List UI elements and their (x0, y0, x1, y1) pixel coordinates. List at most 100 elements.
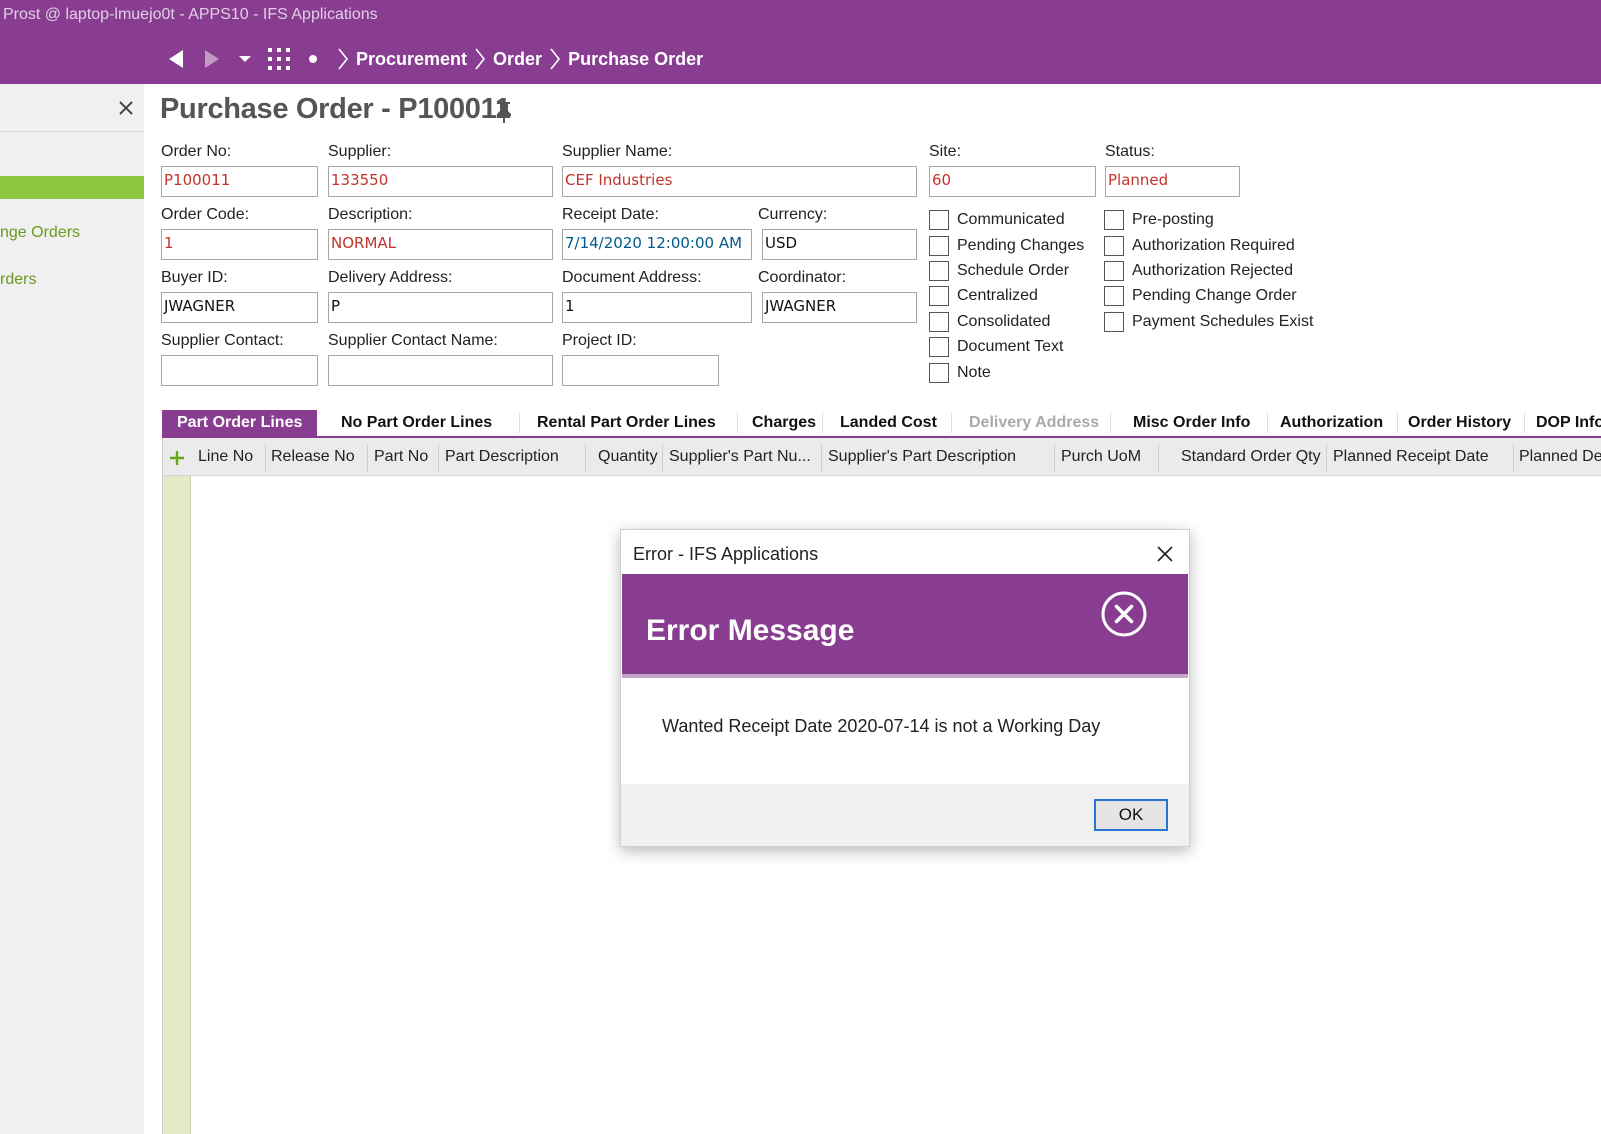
note-checkbox[interactable]: Note (929, 362, 991, 384)
forward-button[interactable] (194, 44, 228, 74)
checkbox-box[interactable] (929, 261, 949, 281)
centralized-checkbox[interactable]: Centralized (929, 285, 1038, 307)
delivery-address-label: Delivery Address: (328, 269, 453, 286)
supplier-contact-field[interactable] (161, 355, 318, 386)
checkbox-box[interactable] (929, 286, 949, 306)
column-divider (585, 444, 586, 472)
pending-change-order-checkbox[interactable]: Pending Change Order (1104, 285, 1297, 307)
tab-order-history[interactable]: Order History (1408, 410, 1511, 436)
checkbox-box[interactable] (929, 363, 949, 383)
column-header-standard-order-qty[interactable]: Standard Order Qty (1181, 438, 1321, 476)
coordinator-field[interactable]: JWAGNER (762, 292, 917, 323)
column-header-line-no[interactable]: Line No (198, 438, 253, 476)
dialog-footer: OK (621, 784, 1189, 846)
error-dialog: Error - IFS Applications Error Message W… (620, 529, 1190, 847)
history-dropdown-button[interactable] (228, 44, 262, 74)
column-header-planned-receipt-date[interactable]: Planned Receipt Date (1333, 438, 1489, 476)
dialog-close-button[interactable] (1151, 540, 1179, 568)
crumb-separator (330, 44, 356, 74)
checkbox-label: Communicated (957, 211, 1065, 228)
checkbox-box[interactable] (929, 312, 949, 332)
breadcrumb-purchase-order[interactable]: Purchase Order (568, 49, 703, 70)
checkbox-box[interactable] (929, 210, 949, 230)
sidebar-close-button[interactable] (114, 96, 138, 120)
supplier-contact-name-field[interactable] (328, 355, 553, 386)
status-label: Status: (1105, 143, 1155, 160)
chevron-right-icon (550, 48, 561, 70)
checkbox-box[interactable] (1104, 236, 1124, 256)
column-header-part-no[interactable]: Part No (374, 438, 428, 476)
dropdown-caret-icon (239, 56, 251, 62)
currency-field[interactable]: USD (762, 229, 917, 260)
authorization-rejected-checkbox[interactable]: Authorization Rejected (1104, 260, 1293, 282)
back-button[interactable] (160, 44, 194, 74)
breadcrumb-order[interactable]: Order (493, 49, 542, 70)
column-header-purch-uom[interactable]: Purch UoM (1061, 438, 1141, 476)
document-address-field[interactable]: 1 (562, 292, 752, 323)
tab-authorization[interactable]: Authorization (1280, 410, 1383, 436)
supplier-name-field[interactable]: CEF Industries (562, 166, 917, 197)
buyer-id-field[interactable]: JWAGNER (161, 292, 318, 323)
row-selector-gutter[interactable] (163, 476, 191, 1134)
tab-part-order-lines[interactable]: Part Order Lines (162, 410, 318, 436)
delivery-address-field[interactable]: P (328, 292, 553, 323)
status-field[interactable]: Planned (1105, 166, 1240, 197)
checkbox-box[interactable] (1104, 312, 1124, 332)
tab-rental-part-order-lines[interactable]: Rental Part Order Lines (537, 410, 716, 436)
sidebar-link-change-orders[interactable]: nge Orders (0, 224, 80, 242)
authorization-required-checkbox[interactable]: Authorization Required (1104, 235, 1295, 257)
column-header-planned-delivery-date[interactable]: Planned Delivery Date (1519, 438, 1601, 476)
site-field[interactable]: 60 (929, 166, 1096, 197)
pre-posting-checkbox[interactable]: Pre-posting (1104, 209, 1214, 231)
breadcrumb-procurement[interactable]: Procurement (356, 49, 467, 70)
tab-charges[interactable]: Charges (752, 410, 816, 436)
column-header-suppliers-part-description[interactable]: Supplier's Part Description (828, 438, 1016, 476)
forward-arrow-icon (205, 50, 219, 68)
tab-misc-order-info[interactable]: Misc Order Info (1133, 410, 1250, 436)
app-window: Prost @ laptop-lmuejo0t - APPS10 - IFS A… (0, 0, 1601, 1134)
pin-button[interactable] (494, 100, 514, 124)
pending-changes-checkbox[interactable]: Pending Changes (929, 235, 1084, 257)
app-menu-button[interactable] (262, 44, 296, 74)
tab-dop-info[interactable]: DOP Info (1536, 410, 1601, 436)
project-id-label: Project ID: (562, 332, 637, 349)
checkbox-label: Authorization Rejected (1132, 262, 1293, 279)
schedule-order-checkbox[interactable]: Schedule Order (929, 260, 1069, 282)
document-text-checkbox[interactable]: Document Text (929, 336, 1063, 358)
communicated-checkbox[interactable]: Communicated (929, 209, 1065, 231)
checkbox-box[interactable] (1104, 261, 1124, 281)
checkbox-label: Authorization Required (1132, 237, 1295, 254)
column-divider (367, 444, 368, 472)
tab-divider (737, 413, 738, 433)
column-header-quantity[interactable]: Quantity (598, 438, 658, 476)
consolidated-checkbox[interactable]: Consolidated (929, 311, 1050, 333)
supplier-field[interactable]: 133550 (328, 166, 553, 197)
order-no-field[interactable]: P100011 (161, 166, 318, 197)
ok-button[interactable]: OK (1094, 799, 1168, 831)
bullet-icon (309, 55, 317, 63)
checkbox-box[interactable] (1104, 286, 1124, 306)
order-no-label: Order No: (161, 143, 232, 160)
checkbox-box[interactable] (1104, 210, 1124, 230)
receipt-date-field[interactable]: 7/14/2020 12:00:00 AM (562, 229, 752, 260)
column-divider (265, 444, 266, 472)
column-header-part-description[interactable]: Part Description (445, 438, 559, 476)
project-id-field[interactable] (562, 355, 719, 386)
tab-no-part-order-lines[interactable]: No Part Order Lines (341, 410, 492, 436)
dialog-message: Wanted Receipt Date 2020-07-14 is not a … (662, 716, 1101, 736)
column-header-release-no[interactable]: Release No (271, 438, 355, 476)
sidebar-link-orders[interactable]: rders (0, 271, 36, 289)
checkbox-box[interactable] (929, 337, 949, 357)
add-row-button[interactable] (167, 448, 187, 468)
payment-schedules-exist-checkbox[interactable]: Payment Schedules Exist (1104, 311, 1313, 333)
tab-divider (951, 413, 952, 433)
order-code-field[interactable]: 1 (161, 229, 318, 260)
home-bullet[interactable] (296, 44, 330, 74)
sidebar-selected-item[interactable] (0, 176, 144, 199)
tab-landed-cost[interactable]: Landed Cost (840, 410, 937, 436)
checkbox-box[interactable] (929, 236, 949, 256)
app-grid-icon (268, 48, 290, 70)
column-header-suppliers-part-no[interactable]: Supplier's Part Nu... (669, 438, 811, 476)
buyer-id-label: Buyer ID: (161, 269, 228, 286)
description-field[interactable]: NORMAL (328, 229, 553, 260)
